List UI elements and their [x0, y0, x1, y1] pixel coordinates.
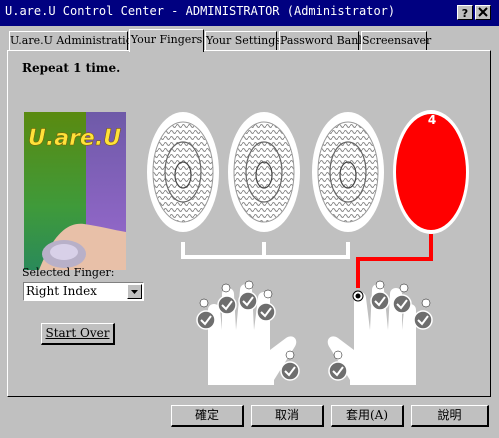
close-icon — [478, 7, 488, 17]
current-connector — [356, 234, 433, 288]
check-icon — [370, 291, 390, 311]
tab-administration[interactable]: U.are.U Administration — [9, 31, 139, 50]
selected-finger-dot-icon — [355, 293, 361, 299]
completed-connector — [181, 242, 350, 259]
finger-dot-icon[interactable] — [244, 280, 254, 290]
finger-dot-icon[interactable] — [199, 298, 209, 308]
check-icon — [256, 302, 276, 322]
finger-dot-icon[interactable] — [285, 350, 295, 360]
current-step-number: 4 — [428, 113, 436, 127]
apply-button[interactable]: 套用(A) — [331, 405, 404, 427]
tab-your-fingers[interactable]: Your Fingers — [129, 29, 204, 52]
product-logo-image: U.are.U — [24, 112, 126, 270]
finger-dot-icon[interactable] — [263, 289, 273, 299]
finger-dot-icon[interactable] — [375, 280, 385, 290]
fingerprint-scan-area: 4 — [147, 110, 469, 385]
ok-button[interactable]: 確定 — [171, 405, 244, 427]
close-button[interactable] — [475, 5, 491, 20]
tab-password-bank[interactable]: Password Bank — [279, 31, 365, 50]
tab-screensaver[interactable]: Screensaver — [361, 31, 431, 50]
selected-finger-value: Right Index — [26, 284, 97, 298]
finger-dot-icon[interactable] — [421, 298, 431, 308]
cancel-button[interactable]: 取消 — [251, 405, 324, 427]
scan-4-current: 4 — [393, 110, 469, 234]
window-title: U.are.U Control Center - ADMINISTRATOR (… — [5, 4, 396, 18]
help-footer-button[interactable]: 說明 — [411, 405, 489, 427]
finger-dot-icon[interactable] — [399, 283, 409, 293]
selected-finger-select[interactable]: Right Index — [23, 282, 144, 301]
scan-3 — [312, 112, 384, 232]
scan-2 — [228, 112, 300, 232]
check-icon — [328, 361, 348, 381]
check-icon — [217, 295, 237, 315]
finger-dot-icon[interactable] — [221, 283, 231, 293]
selected-finger-label: Selected Finger: — [22, 266, 115, 279]
finger-dot-icon[interactable] — [333, 350, 343, 360]
help-button[interactable]: ? — [457, 5, 473, 20]
start-over-button[interactable]: Start Over — [41, 323, 115, 345]
check-icon — [413, 310, 433, 330]
tab-your-settings[interactable]: Your Settings — [205, 31, 281, 50]
check-icon — [196, 310, 216, 330]
check-icon — [280, 361, 300, 381]
check-icon — [392, 294, 412, 314]
title-bar: U.are.U Control Center - ADMINISTRATOR (… — [0, 0, 499, 26]
scan-1 — [147, 112, 219, 232]
logo-text: U.are.U — [28, 126, 121, 151]
instruction-text: Repeat 1 time. — [22, 61, 121, 75]
check-icon — [238, 291, 258, 311]
